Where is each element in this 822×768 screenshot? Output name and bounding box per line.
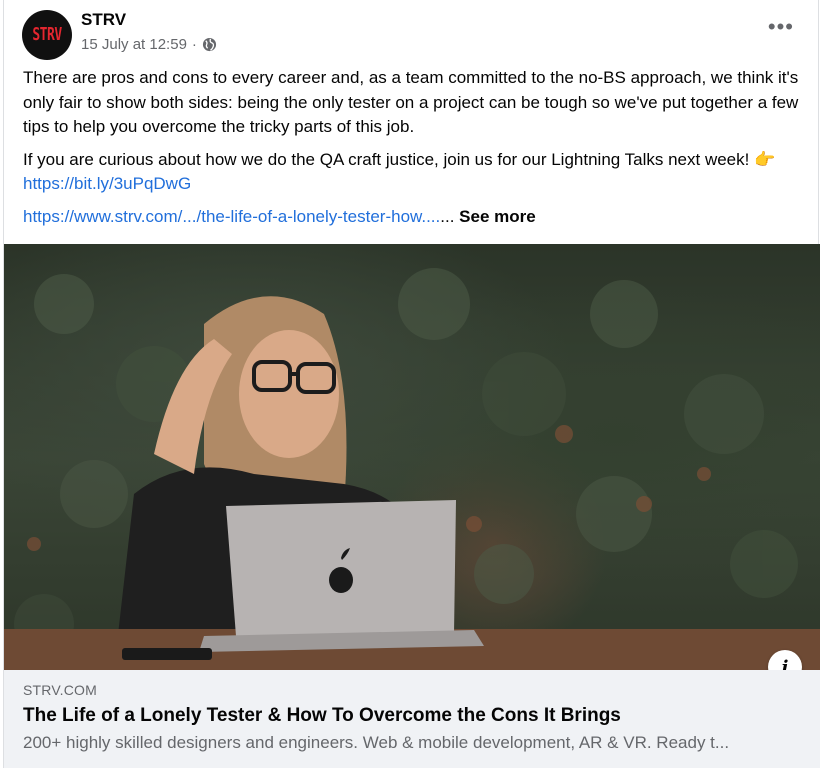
paragraph-2-text: If you are curious about how we do the Q… xyxy=(23,149,755,169)
post-body: There are pros and cons to every career … xyxy=(23,66,808,237)
link-preview-card[interactable]: STRV.COM The Life of a Lonely Tester & H… xyxy=(4,670,820,768)
post-timestamp[interactable]: 15 July at 12:59 xyxy=(81,36,187,53)
page-avatar[interactable]: STRV xyxy=(22,10,72,60)
article-link[interactable]: https://www.strv.com/.../the-life-of-a-l… xyxy=(23,207,440,226)
see-more-button[interactable]: See more xyxy=(459,207,536,226)
more-options-icon[interactable]: ••• xyxy=(768,16,794,38)
link-preview-domain: STRV.COM xyxy=(23,682,97,698)
post-author-name[interactable]: STRV xyxy=(81,10,126,30)
pointing-hand-emoji-icon: 👉 xyxy=(754,149,776,169)
bitly-link[interactable]: https://bit.ly/3uPqDwG xyxy=(23,174,191,193)
post-meta: 15 July at 12:59 · xyxy=(81,36,217,53)
post-paragraph-3: https://www.strv.com/.../the-life-of-a-l… xyxy=(23,205,808,230)
avatar-logo-text: STRV xyxy=(32,24,62,46)
meta-separator: · xyxy=(191,36,197,53)
ellipsis: ... xyxy=(440,206,460,226)
post-paragraph-2: If you are curious about how we do the Q… xyxy=(23,148,808,197)
feed-post: STRV STRV 15 July at 12:59 · ••• There a… xyxy=(3,0,820,768)
globe-icon[interactable] xyxy=(202,37,217,52)
post-photo-illustration xyxy=(4,268,820,670)
post-image[interactable] xyxy=(4,244,820,670)
link-preview-title[interactable]: The Life of a Lonely Tester & How To Ove… xyxy=(23,705,621,727)
post-paragraph-1: There are pros and cons to every career … xyxy=(23,68,799,136)
link-preview-description: 200+ highly skilled designers and engine… xyxy=(23,733,730,752)
